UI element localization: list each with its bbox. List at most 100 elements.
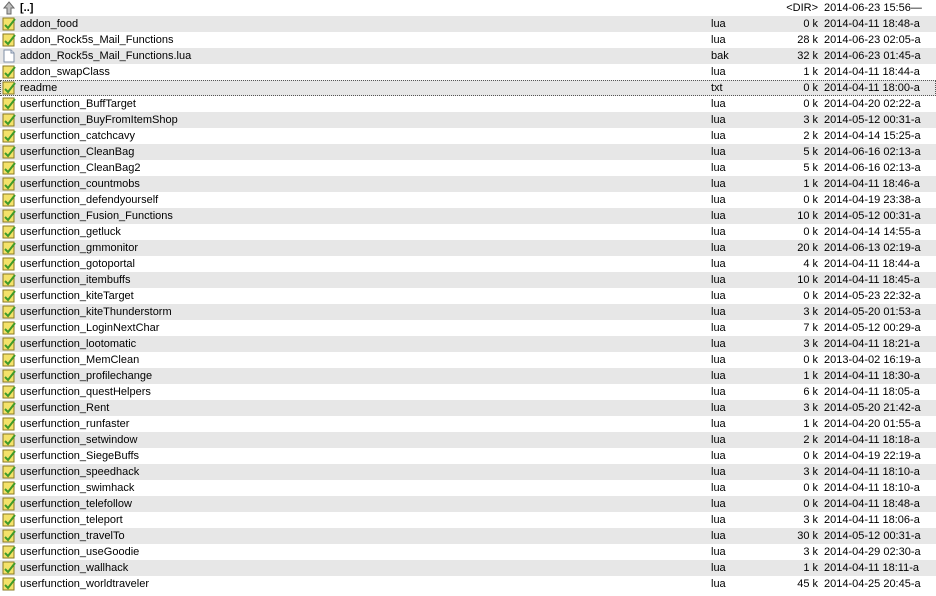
- file-row[interactable]: userfunction_gotoportal lua 4 k 2014-04-11 …: [0, 256, 936, 272]
- file-ext: lua: [711, 130, 726, 142]
- file-size: 3 k: [803, 466, 818, 478]
- parent-dir-label: [..]: [20, 2, 34, 14]
- lua-file-icon: [2, 321, 16, 335]
- file-name: userfunction_SiegeBuffs: [20, 450, 140, 462]
- file-date: 2014-04-11 18:00-a: [824, 82, 920, 94]
- file-row[interactable]: userfunction_telefollow lua 0 k 2014-04-11 …: [0, 496, 936, 512]
- file-size: 32 k: [797, 50, 818, 62]
- file-ext: txt: [711, 82, 723, 94]
- file-row[interactable]: userfunction_defendyourself lua 0 k 2014-04…: [0, 192, 936, 208]
- file-date: 2014-06-16 02:13-a: [824, 146, 921, 158]
- file-ext: lua: [711, 162, 726, 174]
- file-row[interactable]: userfunction_questHelpers lua 6 k 2014-04-1…: [0, 384, 936, 400]
- file-row[interactable]: userfunction_SiegeBuffs lua 0 k 2014-04-19 …: [0, 448, 936, 464]
- file-size: 5 k: [803, 162, 818, 174]
- file-name: addon_food: [20, 18, 79, 30]
- file-date: 2014-05-23 22:32-a: [824, 290, 921, 302]
- file-row[interactable]: userfunction_worldtraveler lua 45 k 2014-04…: [0, 576, 936, 592]
- file-row[interactable]: userfunction_catchcavy lua 2 k 2014-04-14 1…: [0, 128, 936, 144]
- file-ext: lua: [711, 402, 726, 414]
- file-row[interactable]: userfunction_LoginNextChar lua 7 k 2014-05-…: [0, 320, 936, 336]
- file-name: userfunction_BuffTarget: [20, 98, 136, 110]
- file-size: 0 k: [803, 354, 818, 366]
- file-date: 2014-04-20 01:55-a: [824, 418, 921, 430]
- file-row[interactable]: userfunction_MemClean lua 0 k 2013-04-02 16…: [0, 352, 936, 368]
- file-name: userfunction_countmobs: [20, 178, 140, 190]
- file-date: 2014-04-11 18:10-a: [824, 466, 920, 478]
- file-date: 2014-05-12 00:31-a: [824, 210, 921, 222]
- file-row[interactable]: userfunction_wallhack lua 1 k 2014-04-11 18…: [0, 560, 936, 576]
- file-date: 2014-04-11 18:45-a: [824, 274, 920, 286]
- file-ext: lua: [711, 386, 726, 398]
- file-name: userfunction_gotoportal: [20, 258, 135, 270]
- file-name: userfunction_wallhack: [20, 562, 129, 574]
- file-date: 2014-04-11 18:18-a: [824, 434, 920, 446]
- file-row[interactable]: readme txt 0 k 2014-04-11 18:00-a: [0, 80, 936, 96]
- file-date: 2014-06-23 01:45-a: [824, 50, 921, 62]
- file-ext: lua: [711, 530, 726, 542]
- file-name: userfunction_getluck: [20, 226, 121, 238]
- file-row[interactable]: userfunction_Rent lua 3 k 2014-05-20 21:42-…: [0, 400, 936, 416]
- file-row[interactable]: addon_swapClass lua 1 k 2014-04-11 18:44-a: [0, 64, 936, 80]
- file-row[interactable]: userfunction_teleport lua 3 k 2014-04-11 18…: [0, 512, 936, 528]
- file-size: 3 k: [803, 338, 818, 350]
- file-size: 4 k: [803, 258, 818, 270]
- file-size: 3 k: [803, 114, 818, 126]
- file-row[interactable]: userfunction_BuffTarget lua 0 k 2014-04-20 …: [0, 96, 936, 112]
- up-arrow-icon: [2, 1, 16, 15]
- parent-dir-row[interactable]: [..] <DIR> 2014-06-23 15:56—: [0, 0, 936, 16]
- file-name: userfunction_MemClean: [20, 354, 140, 366]
- file-ext: lua: [711, 498, 726, 510]
- file-date: 2014-06-13 02:19-a: [824, 242, 921, 254]
- file-row[interactable]: userfunction_swimhack lua 0 k 2014-04-11 18…: [0, 480, 936, 496]
- file-ext: lua: [711, 354, 726, 366]
- file-row[interactable]: userfunction_profilechange lua 1 k 2014-04-…: [0, 368, 936, 384]
- file-size: 30 k: [797, 530, 818, 542]
- lua-file-icon: [2, 401, 16, 415]
- file-ext: bak: [711, 50, 729, 62]
- file-row[interactable]: userfunction_Fusion_Functions lua 10 k 2014…: [0, 208, 936, 224]
- file-date: 2014-04-25 20:45-a: [824, 578, 921, 590]
- file-row[interactable]: userfunction_CleanBag lua 5 k 2014-06-16 02…: [0, 144, 936, 160]
- file-row[interactable]: addon_Rock5s_Mail_Functions lua 28 k 2014-0…: [0, 32, 936, 48]
- file-size: 0 k: [803, 98, 818, 110]
- file-row[interactable]: userfunction_lootomatic lua 3 k 2014-04-11 …: [0, 336, 936, 352]
- file-row[interactable]: userfunction_gmmonitor lua 20 k 2014-06-13 …: [0, 240, 936, 256]
- file-size: 3 k: [803, 306, 818, 318]
- file-row[interactable]: userfunction_CleanBag2 lua 5 k 2014-06-16 0…: [0, 160, 936, 176]
- file-row[interactable]: userfunction_travelTo lua 30 k 2014-05-12 0…: [0, 528, 936, 544]
- file-row[interactable]: userfunction_getluck lua 0 k 2014-04-14 14:…: [0, 224, 936, 240]
- file-row[interactable]: userfunction_runfaster lua 1 k 2014-04-20 0…: [0, 416, 936, 432]
- file-name: userfunction_defendyourself: [20, 194, 159, 206]
- file-name: addon_Rock5s_Mail_Functions.lua: [20, 50, 192, 62]
- lua-file-icon: [2, 385, 16, 399]
- file-ext: lua: [711, 34, 726, 46]
- file-row[interactable]: addon_Rock5s_Mail_Functions.lua bak 32 k 20…: [0, 48, 936, 64]
- file-date: 2014-04-11 18:44-a: [824, 258, 920, 270]
- file-row[interactable]: userfunction_speedhack lua 3 k 2014-04-11 1…: [0, 464, 936, 480]
- file-ext: lua: [711, 114, 726, 126]
- file-date: 2014-06-23 02:05-a: [824, 34, 921, 46]
- file-name: userfunction_telefollow: [20, 498, 132, 510]
- lua-file-icon: [2, 289, 16, 303]
- file-size: 7 k: [803, 322, 818, 334]
- file-date: 2014-04-19 23:38-a: [824, 194, 921, 206]
- lua-file-icon: [2, 177, 16, 191]
- file-size: 6 k: [803, 386, 818, 398]
- file-row[interactable]: userfunction_kiteThunderstorm lua 3 k 2014-…: [0, 304, 936, 320]
- file-row[interactable]: userfunction_kiteTarget lua 0 k 2014-05-23 …: [0, 288, 936, 304]
- file-name: userfunction_questHelpers: [20, 386, 151, 398]
- file-size: 5 k: [803, 146, 818, 158]
- file-row[interactable]: userfunction_itembuffs lua 10 k 2014-04-11 …: [0, 272, 936, 288]
- text-file-icon: [2, 81, 16, 95]
- file-row[interactable]: addon_food lua 0 k 2014-04-11 18:48-a: [0, 16, 936, 32]
- file-row[interactable]: userfunction_setwindow lua 2 k 2014-04-11 1…: [0, 432, 936, 448]
- lua-file-icon: [2, 497, 16, 511]
- file-name: userfunction_runfaster: [20, 418, 130, 430]
- file-row[interactable]: userfunction_countmobs lua 1 k 2014-04-11 1…: [0, 176, 936, 192]
- file-name: userfunction_Rent: [20, 402, 110, 414]
- file-row[interactable]: userfunction_useGoodie lua 3 k 2014-04-29 0…: [0, 544, 936, 560]
- file-row[interactable]: userfunction_BuyFromItemShop lua 3 k 2014-0…: [0, 112, 936, 128]
- file-size: 1 k: [803, 178, 818, 190]
- file-size: 0 k: [803, 498, 818, 510]
